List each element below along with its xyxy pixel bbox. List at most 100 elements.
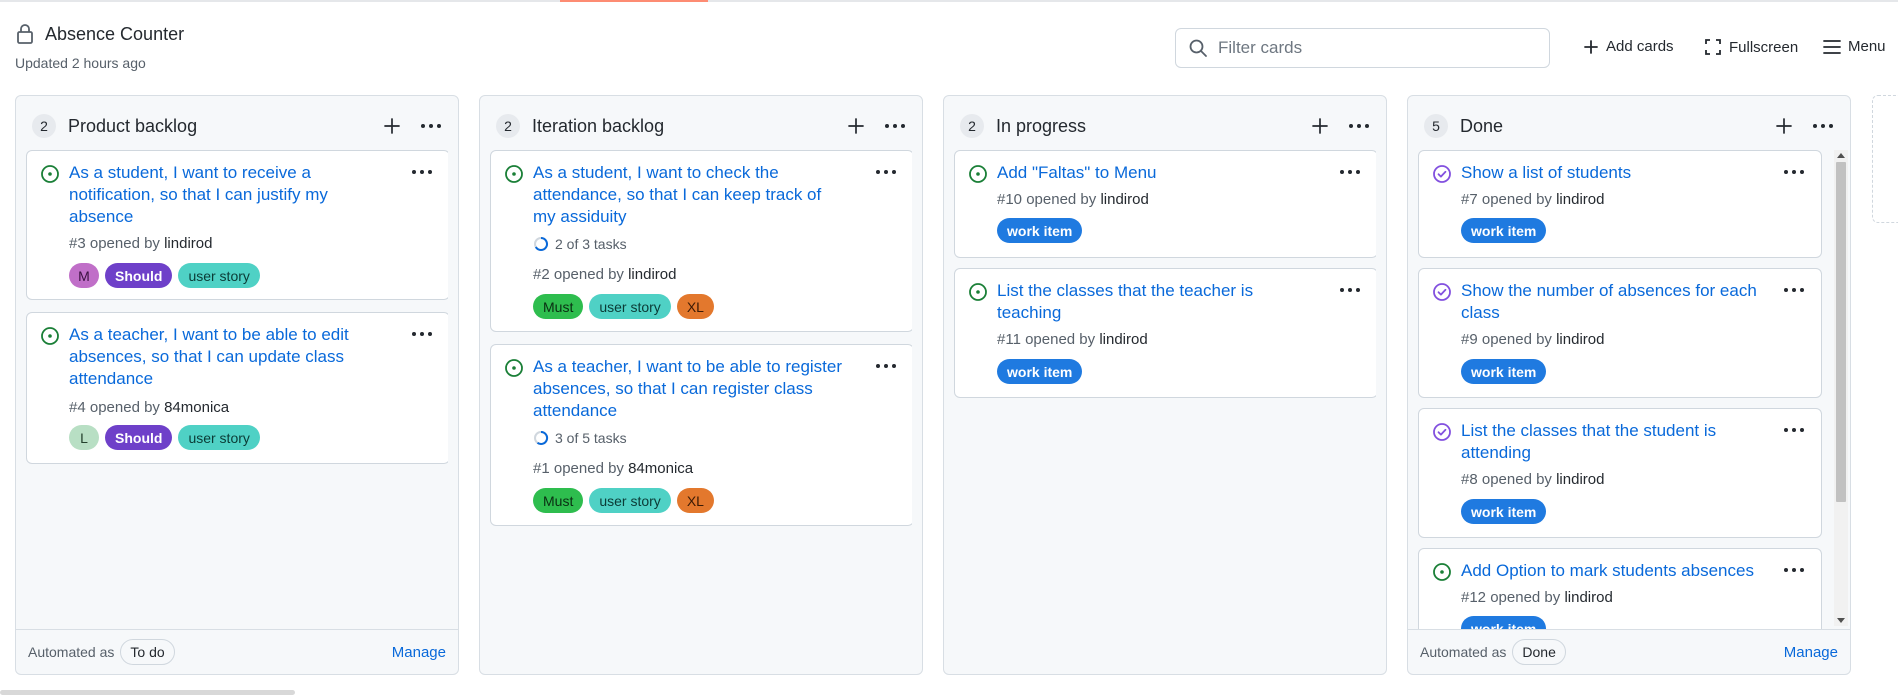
label-user-story[interactable]: user story — [589, 294, 671, 319]
card-menu-button[interactable] — [1337, 281, 1363, 299]
card-meta: #9 opened by lindirod — [1461, 331, 1604, 348]
issue-card[interactable]: Show a list of students #7 opened by lin… — [1418, 150, 1822, 258]
column-menu-button[interactable] — [882, 114, 908, 138]
column-header: 2 In progress — [960, 111, 1372, 141]
card-meta: #8 opened by lindirod — [1461, 471, 1604, 488]
card-meta: #7 opened by lindirod — [1461, 191, 1604, 208]
card-menu-button[interactable] — [409, 325, 435, 343]
add-column-placeholder[interactable] — [1872, 95, 1898, 223]
issue-card[interactable]: As a student, I want to check the attend… — [490, 150, 912, 332]
add-card-button[interactable] — [1308, 114, 1332, 138]
card-menu-button[interactable] — [1781, 421, 1807, 439]
label-work-item[interactable]: work item — [1461, 616, 1547, 629]
card-title-link[interactable]: As a teacher, I want to be able to edit … — [69, 324, 379, 390]
scrollbar-thumb[interactable] — [1836, 162, 1846, 502]
manage-automation-link[interactable]: Manage — [1784, 644, 1838, 661]
card-list: Add "Faltas" to Menu #10 opened by lindi… — [954, 150, 1376, 629]
card-menu-button[interactable] — [1781, 281, 1807, 299]
menu-button[interactable]: Menu — [1823, 38, 1886, 55]
card-menu-button[interactable] — [873, 357, 899, 375]
label-should[interactable]: Should — [105, 425, 173, 450]
task-progress: 3 of 5 tasks — [533, 430, 627, 446]
author-link[interactable]: lindirod — [628, 266, 676, 283]
label-user-story[interactable]: user story — [178, 263, 260, 288]
author-link[interactable]: lindirod — [1556, 471, 1604, 488]
card-title-link[interactable]: Add Option to mark students absences — [1461, 560, 1771, 582]
label-should[interactable]: Should — [105, 263, 173, 288]
author-link[interactable]: 84monica — [164, 399, 229, 416]
column-menu-button[interactable] — [1346, 114, 1372, 138]
author-link[interactable]: lindirod — [1099, 331, 1147, 348]
author-link[interactable]: lindirod — [1564, 589, 1612, 606]
label-user-story[interactable]: user story — [589, 488, 671, 513]
fullscreen-button[interactable]: Fullscreen — [1704, 38, 1798, 56]
issue-card[interactable]: List the classes that the student is att… — [1418, 408, 1822, 538]
issue-open-icon — [505, 165, 523, 183]
card-menu-button[interactable] — [409, 163, 435, 181]
card-menu-button[interactable] — [873, 163, 899, 181]
card-title-link[interactable]: Add "Faltas" to Menu — [997, 162, 1307, 184]
project-header: Absence Counter Updated 2 hours ago Add … — [0, 0, 1898, 90]
board-horizontal-scrollbar[interactable] — [0, 690, 295, 695]
column-menu-button[interactable] — [1810, 114, 1836, 138]
filter-cards-input[interactable] — [1218, 38, 1538, 58]
add-card-button[interactable] — [380, 114, 404, 138]
issue-number: #12 opened by — [1461, 589, 1561, 606]
card-menu-button[interactable] — [1781, 561, 1807, 579]
issue-card[interactable]: Add "Faltas" to Menu #10 opened by lindi… — [954, 150, 1376, 258]
issue-card[interactable]: As a student, I want to receive a notifi… — [26, 150, 448, 300]
label-row: Must user story XL — [533, 294, 714, 319]
manage-automation-link[interactable]: Manage — [392, 644, 446, 661]
kebab-horizontal-icon — [1349, 124, 1369, 128]
label-xl[interactable]: XL — [676, 488, 714, 513]
kebab-horizontal-icon — [412, 170, 432, 174]
issue-card[interactable]: Add Option to mark students absences #12… — [1418, 548, 1822, 629]
column-scrollbar[interactable] — [1834, 150, 1848, 626]
label-work-item[interactable]: work item — [997, 359, 1083, 384]
card-menu-button[interactable] — [1337, 163, 1363, 181]
issue-card[interactable]: As a teacher, I want to be able to regis… — [490, 344, 912, 526]
kebab-horizontal-icon — [421, 124, 441, 128]
scroll-up-arrow[interactable] — [1837, 153, 1845, 158]
author-link[interactable]: 84monica — [628, 460, 693, 477]
card-title-link[interactable]: Show the number of absences for each cla… — [1461, 280, 1771, 324]
issue-card[interactable]: Show the number of absences for each cla… — [1418, 268, 1822, 398]
issue-card[interactable]: As a teacher, I want to be able to edit … — [26, 312, 448, 464]
add-card-button[interactable] — [1772, 114, 1796, 138]
issue-number: #10 opened by — [997, 191, 1097, 208]
card-menu-button[interactable] — [1781, 163, 1807, 181]
label-xl[interactable]: XL — [676, 294, 714, 319]
issue-number: #1 opened by — [533, 460, 624, 477]
label-must[interactable]: Must — [533, 294, 584, 319]
scroll-down-arrow[interactable] — [1837, 618, 1845, 623]
add-card-button[interactable] — [844, 114, 868, 138]
author-link[interactable]: lindirod — [1556, 331, 1604, 348]
label-work-item[interactable]: work item — [1461, 359, 1547, 384]
column-menu-button[interactable] — [418, 114, 444, 138]
column-footer: Automated as To do Manage — [16, 629, 458, 674]
card-title-link[interactable]: List the classes that the teacher is tea… — [997, 280, 1307, 324]
label-user-story[interactable]: user story — [178, 425, 260, 450]
plus-icon — [384, 118, 400, 134]
issue-card[interactable]: List the classes that the teacher is tea… — [954, 268, 1376, 398]
avatar[interactable]: L — [69, 425, 99, 450]
label-work-item[interactable]: work item — [1461, 499, 1547, 524]
author-link[interactable]: lindirod — [164, 235, 212, 252]
filter-box[interactable] — [1175, 28, 1550, 68]
add-cards-button[interactable]: Add cards — [1583, 38, 1674, 55]
kebab-horizontal-icon — [1813, 124, 1833, 128]
author-link[interactable]: lindirod — [1556, 191, 1604, 208]
card-title-link[interactable]: As a teacher, I want to be able to regis… — [533, 356, 843, 422]
card-title-link[interactable]: As a student, I want to receive a notifi… — [69, 162, 379, 228]
card-title-link[interactable]: List the classes that the student is att… — [1461, 420, 1771, 464]
card-title-link[interactable]: As a student, I want to check the attend… — [533, 162, 843, 228]
avatar[interactable]: M — [69, 263, 99, 288]
issue-number: #11 opened by — [997, 331, 1096, 348]
author-link[interactable]: lindirod — [1100, 191, 1148, 208]
label-work-item[interactable]: work item — [1461, 218, 1547, 243]
label-must[interactable]: Must — [533, 488, 584, 513]
label-work-item[interactable]: work item — [997, 218, 1083, 243]
kebab-horizontal-icon — [1784, 288, 1804, 292]
card-title-link[interactable]: Show a list of students — [1461, 162, 1771, 184]
column-title: Done — [1460, 115, 1504, 136]
